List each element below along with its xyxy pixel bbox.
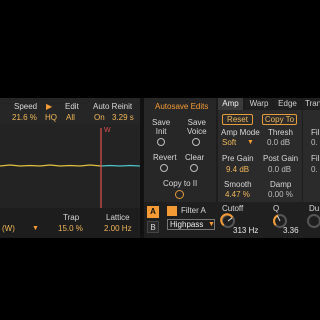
position-marker-label: W [104,127,111,134]
tab-edge[interactable]: Edge [274,98,301,110]
thresh-value[interactable]: 0.0 dB [267,138,290,148]
damp-value[interactable]: 0.00 % [268,190,293,200]
tab-warp[interactable]: Warp [245,98,273,110]
next-label-mid: Fil [311,154,320,163]
speed-label: Speed [14,102,38,111]
quality-value[interactable]: HQ [45,113,57,123]
clear-button[interactable] [190,164,198,172]
damp-label: Damp [270,180,292,189]
next-value-top[interactable]: 0. [311,138,318,148]
tab-amp[interactable]: Amp [218,98,243,110]
waveform-plot [0,128,140,208]
thresh-label: Thresh [268,128,293,137]
lattice-value[interactable]: 2.00 Hz [104,224,132,234]
reset-button[interactable]: Reset [222,114,253,125]
tab-next-partial[interactable]: Tran [303,98,320,110]
save-init-label: Save Init [152,118,171,136]
save-init-button[interactable] [157,138,165,146]
revert-label: Revert [153,153,177,162]
copy-to-label: Copy to II [163,179,198,188]
play-icon[interactable]: ▶ [46,102,52,112]
post-gain-label: Post Gain [263,154,299,163]
revert-button[interactable] [160,164,168,172]
copy-to-button[interactable] [175,190,184,199]
pre-gain-label: Pre Gain [222,154,254,163]
filter-name: Filter A [181,206,206,215]
filter-enable-toggle[interactable] [167,206,177,216]
cutoff-value[interactable]: 313 Hz [233,226,258,236]
filter-slot-a[interactable]: A [147,206,159,218]
waveform-trace-yellow [0,164,102,167]
waveform-trace-teal [100,164,140,167]
pre-gain-value[interactable]: 9.4 dB [226,165,249,175]
q-value[interactable]: 3.36 [283,226,299,236]
amp-mode-value[interactable]: Soft [222,138,236,148]
trap-label: Trap [63,213,80,222]
filter-type-dropdown-icon[interactable]: ▼ [208,220,215,230]
amp-mode-dropdown-icon[interactable]: ▼ [247,138,254,148]
next-value-mid[interactable]: 0. [311,165,318,175]
clear-label: Clear [185,153,205,162]
filter-slot-b[interactable]: B [147,221,159,233]
auto-reinit-toggle[interactable]: On [94,113,105,123]
smooth-value[interactable]: 4.47 % [225,190,250,200]
device-panel: Speed 21.6 % ▶ HQ Edit All Auto Reinit O… [0,98,320,238]
post-gain-value[interactable]: 0.0 dB [268,165,291,175]
next-label-top: Fil [311,128,320,137]
copy-to-amp-button[interactable]: Copy To [262,114,297,125]
autosave-title: Autosave Edits [155,102,209,111]
trap-value[interactable]: 15.0 % [58,224,83,234]
save-voice-button[interactable] [192,138,200,146]
edit-label: Edit [65,102,79,111]
save-voice-label: Save Voice [187,118,207,136]
mode-dropdown-arrow-icon[interactable]: ▼ [32,224,39,234]
auto-reinit-value[interactable]: 3.29 s [112,113,134,123]
lattice-label: Lattice [106,213,130,222]
smooth-label: Smooth [224,180,252,189]
waveform-display[interactable]: W [0,124,140,208]
speed-value[interactable]: 21.6 % [12,113,37,123]
edit-value[interactable]: All [66,113,75,123]
next-knob-partial[interactable] [306,213,320,229]
auto-reinit-label: Auto Reinit [93,102,133,111]
amp-mode-label: Amp Mode [221,128,260,137]
filter-type-value: Highpass [170,220,204,229]
mode-value[interactable]: (W) [2,224,15,234]
